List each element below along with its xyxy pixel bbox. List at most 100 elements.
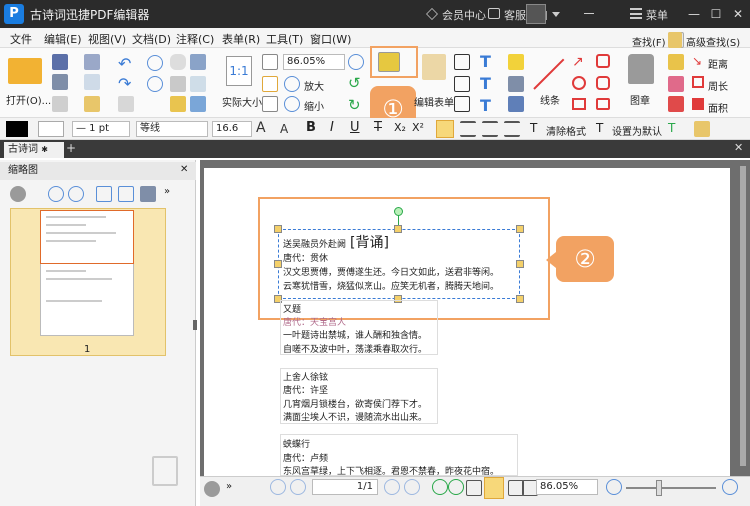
status-zoom-input[interactable]: 86.05% <box>536 479 598 495</box>
underline-icon[interactable]: U <box>350 120 360 135</box>
stamp-icon[interactable] <box>628 54 654 84</box>
forward-icon[interactable] <box>147 76 163 92</box>
radio-field-icon[interactable] <box>454 96 470 112</box>
superscript-icon[interactable]: X² <box>412 121 424 134</box>
redo-icon[interactable]: ↷ <box>118 74 131 93</box>
font-size-select[interactable]: 16.6 <box>212 121 252 137</box>
resize-handle[interactable] <box>274 260 282 268</box>
page-icon[interactable] <box>52 96 68 112</box>
sound-icon[interactable] <box>508 96 524 112</box>
member-center-link[interactable]: 会员中心 <box>442 7 486 23</box>
page-number-input[interactable]: 1/1 <box>312 479 378 495</box>
single-page-icon[interactable] <box>466 480 482 496</box>
area-icon[interactable] <box>692 98 704 110</box>
zoom-page-icon[interactable] <box>190 96 206 112</box>
actual-size-button[interactable]: 实际大小 <box>222 94 262 109</box>
perimeter-icon[interactable] <box>692 76 704 88</box>
find-button[interactable]: 查找(F) <box>632 34 666 49</box>
italic-icon[interactable]: I <box>330 120 334 135</box>
actual-size-icon[interactable]: 1:1 <box>226 56 252 86</box>
maximize-button[interactable]: ☐ <box>708 6 724 22</box>
more-icon[interactable]: » <box>226 481 232 492</box>
set-default-icon[interactable]: T <box>596 121 603 135</box>
open-button[interactable]: 打开(O)... <box>6 92 51 107</box>
menu-icon[interactable] <box>630 8 642 19</box>
rotate-cw-icon[interactable] <box>118 186 134 202</box>
back-icon[interactable] <box>147 55 163 71</box>
hand-icon[interactable] <box>170 54 186 70</box>
menu-comment[interactable]: 注释(C) <box>176 31 214 47</box>
rotate-ccw-icon[interactable] <box>96 186 112 202</box>
text-replace-icon[interactable]: T <box>480 96 491 115</box>
minimize-button[interactable]: — <box>686 6 702 22</box>
rectangle-icon[interactable] <box>572 98 586 110</box>
zoom-area-icon[interactable] <box>170 96 186 112</box>
status-zoom-out-icon[interactable] <box>606 479 622 495</box>
tab-close-icon[interactable]: ✱ <box>41 145 48 154</box>
fill-color-swatch[interactable] <box>38 121 64 137</box>
scan-icon[interactable] <box>84 74 100 90</box>
stamp-button[interactable]: 图章 <box>630 92 650 107</box>
more-icon[interactable]: » <box>164 186 170 197</box>
fit-width-icon[interactable] <box>262 76 278 92</box>
line-width-select[interactable]: — 1 pt <box>72 121 130 137</box>
highlight-area-icon[interactable] <box>668 96 684 112</box>
attachment-icon[interactable] <box>508 76 524 92</box>
menu-file[interactable]: 文件 <box>10 31 32 47</box>
set-default-button[interactable]: 设置为默认 <box>612 123 662 138</box>
note-icon[interactable] <box>508 54 524 70</box>
resize-handle[interactable] <box>274 225 282 233</box>
last-page-icon[interactable] <box>404 479 420 495</box>
apply-icon[interactable]: T <box>668 121 675 135</box>
increase-font-icon[interactable]: A <box>256 120 266 136</box>
menu-button[interactable]: 菜单 <box>646 7 668 23</box>
pencil-icon[interactable] <box>668 54 684 70</box>
font-color-swatch[interactable] <box>6 121 28 137</box>
print-icon[interactable] <box>52 74 68 90</box>
edit-content-icon[interactable] <box>378 52 400 72</box>
select-icon[interactable] <box>170 76 186 92</box>
zoom-slider-thumb[interactable] <box>656 480 662 496</box>
panel-close-icon[interactable]: ✕ <box>180 164 188 175</box>
align-right-icon[interactable] <box>482 121 498 137</box>
resize-handle[interactable] <box>516 295 524 303</box>
textbox-icon[interactable] <box>454 54 470 70</box>
menu-window[interactable]: 窗口(W) <box>310 31 351 47</box>
folder-small-icon[interactable] <box>84 96 100 112</box>
rotate-left-icon[interactable]: ↺ <box>348 74 361 92</box>
zoom-in-icon[interactable] <box>284 76 300 92</box>
distance-button[interactable]: 距离 <box>708 56 728 71</box>
menu-view[interactable]: 视图(V) <box>88 31 126 47</box>
nav-forward-icon[interactable] <box>448 479 464 495</box>
menu-document[interactable]: 文档(D) <box>132 31 171 47</box>
undo-icon[interactable]: ↶ <box>118 54 131 73</box>
align-left-icon[interactable] <box>436 120 454 138</box>
magnifier-icon[interactable] <box>348 54 364 70</box>
zoom-in-button[interactable]: 放大 <box>304 78 324 93</box>
fit-page-icon[interactable] <box>262 54 278 70</box>
edit-form-button[interactable]: 编辑表单 <box>414 94 454 109</box>
fit-visible-icon[interactable] <box>262 96 278 112</box>
eraser-icon[interactable] <box>668 76 684 92</box>
continuous-page-icon[interactable] <box>484 477 504 499</box>
line-button[interactable]: 线条 <box>540 92 560 107</box>
resize-handle[interactable] <box>394 225 402 233</box>
advanced-find-icon[interactable] <box>668 32 682 48</box>
status-zoom-in-icon[interactable] <box>722 479 738 495</box>
zoom-out-icon[interactable] <box>284 96 300 112</box>
ellipse-icon[interactable] <box>572 76 586 90</box>
menu-edit[interactable]: 编辑(E) <box>44 31 82 47</box>
perimeter-button[interactable]: 周长 <box>708 78 728 93</box>
first-page-icon[interactable] <box>270 479 286 495</box>
distance-icon[interactable]: ↘ <box>692 54 702 68</box>
resize-handle[interactable] <box>516 260 524 268</box>
cloud-icon[interactable] <box>596 76 610 90</box>
next-page-icon[interactable] <box>384 479 400 495</box>
prev-page-icon[interactable] <box>290 479 306 495</box>
advanced-find-button[interactable]: 高级查找(S) <box>686 34 740 49</box>
hexagon-icon[interactable] <box>596 98 610 110</box>
status-settings-icon[interactable] <box>204 481 220 497</box>
arrow-icon[interactable]: ↗ <box>572 54 584 70</box>
resize-handle[interactable] <box>516 225 524 233</box>
camera-icon[interactable] <box>190 54 206 70</box>
